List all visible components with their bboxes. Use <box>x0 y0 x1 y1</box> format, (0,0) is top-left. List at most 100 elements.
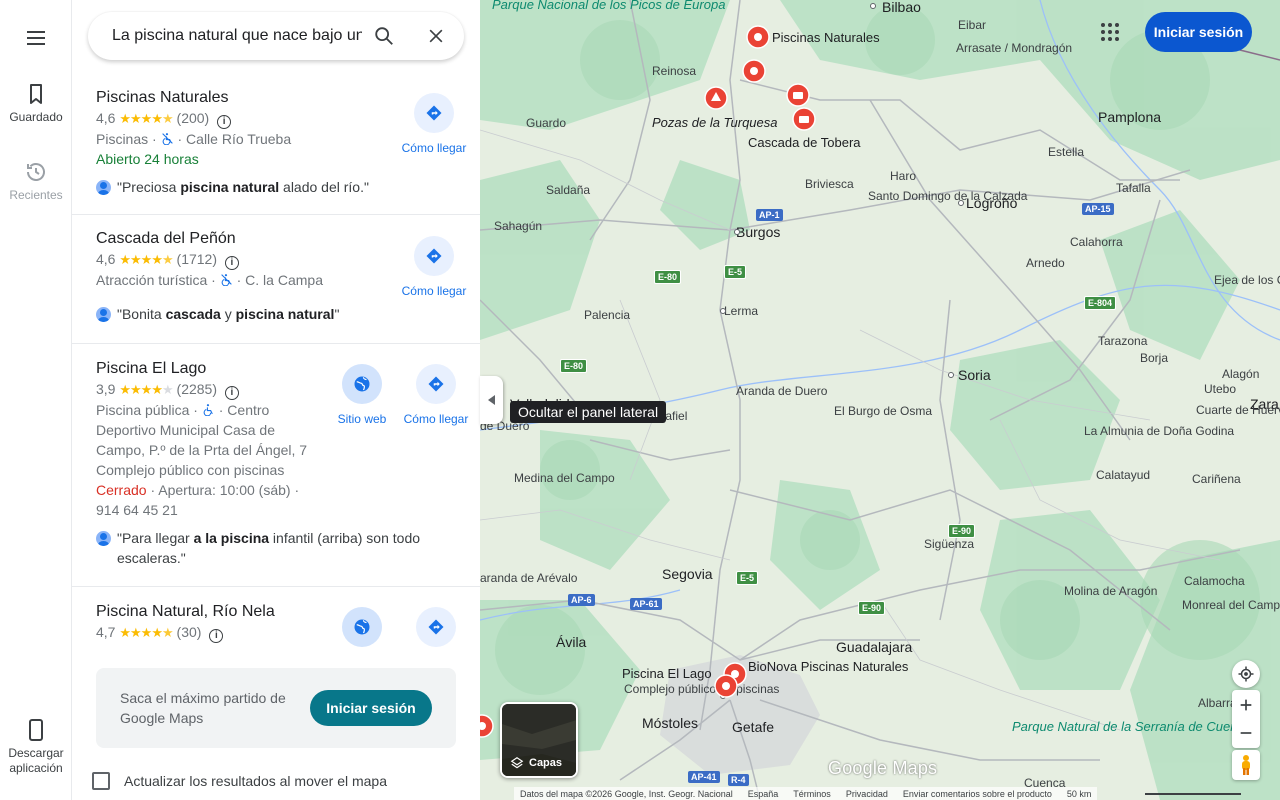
map-label-ejea[interactable]: Ejea de los Caballeros <box>1214 273 1280 287</box>
map-label-lerma[interactable]: Lerma <box>724 304 758 318</box>
map-label-aranda[interactable]: Aranda de Duero <box>736 384 827 398</box>
map-label-avila[interactable]: Ávila <box>556 635 586 649</box>
result-pin[interactable] <box>786 83 810 107</box>
closed-status: Cerrado <box>96 482 147 498</box>
map-label-sahagun[interactable]: Sahagún <box>494 219 542 233</box>
website-button[interactable]: Sitio web <box>324 364 400 426</box>
map-label-getafe[interactable]: Getafe <box>732 720 774 734</box>
map-label-cuarte[interactable]: Cuarte de Huerva <box>1196 403 1280 417</box>
map-label-piscinas-naturales[interactable]: Piscinas Naturales <box>772 31 880 45</box>
map-scale-label[interactable]: 50 km <box>1067 789 1092 799</box>
map-label-guadalajara[interactable]: Guadalajara <box>836 640 912 654</box>
promo-signin-button[interactable]: Iniciar sesión <box>310 690 432 726</box>
result-item[interactable]: Piscina Natural, Río Nela 4,7 ★★★★★ (30)… <box>72 587 480 652</box>
map-label-saldana[interactable]: Saldaña <box>546 183 590 197</box>
map-label-mostoles[interactable]: Móstoles <box>642 716 698 730</box>
map-label-medina[interactable]: Medina del Campo <box>514 471 615 485</box>
map-label-palencia[interactable]: Palencia <box>584 308 630 322</box>
collapse-panel-button[interactable] <box>480 376 503 424</box>
map-label-santo-domingo[interactable]: Santo Domingo de la Calzada <box>868 189 1027 203</box>
footer-feedback[interactable]: Enviar comentarios sobre el producto <box>903 789 1052 799</box>
footer-terms[interactable]: Términos <box>793 789 831 799</box>
map-label-monreal[interactable]: Monreal del Campo <box>1182 598 1280 612</box>
apps-button[interactable] <box>1098 20 1122 44</box>
saved-button[interactable]: Guardado <box>0 82 72 125</box>
map-label-arrasate[interactable]: Arrasate / Mondragón <box>956 41 1072 55</box>
result-pin[interactable] <box>714 674 738 698</box>
map-label-calamocha[interactable]: Calamocha <box>1184 574 1245 588</box>
update-on-move-option[interactable]: Actualizar los resultados al mover el ma… <box>92 772 387 790</box>
map-label-tarazona[interactable]: Tarazona <box>1098 334 1147 348</box>
map-label-burgos[interactable]: Burgos <box>736 225 780 239</box>
result-pin[interactable] <box>742 59 766 83</box>
close-icon <box>429 29 443 43</box>
zoom-out-icon[interactable] <box>1238 725 1254 741</box>
map-label-utebo[interactable]: Utebo <box>1204 382 1236 396</box>
signin-button[interactable]: Iniciar sesión <box>1145 12 1252 52</box>
map-label-arnedo[interactable]: Arnedo <box>1026 256 1065 270</box>
menu-button[interactable] <box>0 26 72 54</box>
map-label-molina[interactable]: Molina de Aragón <box>1064 584 1157 598</box>
map-label-park-picos[interactable]: Parque Nacional de los Picos de Europa <box>492 0 725 12</box>
map-label-segovia[interactable]: Segovia <box>662 567 713 581</box>
map-label-pamplona[interactable]: Pamplona <box>1098 110 1161 124</box>
result-item[interactable]: Cascada del Peñón 4,6 ★★★★★ (1712) i Atr… <box>72 215 480 344</box>
update-checkbox[interactable] <box>92 772 110 790</box>
footer-country[interactable]: España <box>748 789 779 799</box>
my-location-button[interactable] <box>1232 660 1260 688</box>
info-icon[interactable]: i <box>224 256 239 270</box>
rating-stars: ★★★★★ <box>119 625 173 640</box>
map-label-reinosa[interactable]: Reinosa <box>652 64 696 78</box>
map-label-borja[interactable]: Borja <box>1140 351 1168 365</box>
directions-button[interactable]: Cómo llegar <box>396 236 472 298</box>
map-label-eibar[interactable]: Eibar <box>958 18 986 32</box>
map-canvas[interactable]: Parque Nacional de los Picos de Europa B… <box>480 0 1280 800</box>
directions-button[interactable]: Cómo llegar <box>398 364 474 426</box>
map-label-haro[interactable]: Haro <box>890 169 916 183</box>
map-label-burgo-osma[interactable]: El Burgo de Osma <box>834 404 932 418</box>
rating-value: 4,7 <box>96 624 116 640</box>
map-label-tafalla[interactable]: Tafalla <box>1116 181 1151 195</box>
zoom-in-icon[interactable] <box>1238 697 1254 713</box>
map-label-arevalo[interactable]: aranda de Arévalo <box>480 571 577 585</box>
result-item[interactable]: Piscinas Naturales 4,6 ★★★★★ (200) i Pis… <box>72 78 480 215</box>
map-label-siguenza[interactable]: Sigüenza <box>924 537 974 551</box>
map-label-briviesca[interactable]: Briviesca <box>805 177 854 191</box>
map-label-estella[interactable]: Estella <box>1048 145 1084 159</box>
clear-search-button[interactable] <box>424 24 448 48</box>
result-pin[interactable] <box>746 25 770 49</box>
info-icon[interactable]: i <box>224 386 239 400</box>
search-input[interactable]: La piscina natural que nace bajo un <box>112 27 362 45</box>
map-label-complejo[interactable]: Complejo público de piscinas <box>624 682 779 696</box>
result-pin[interactable] <box>704 86 728 110</box>
directions-button[interactable] <box>398 607 474 652</box>
map-label-bilbao[interactable]: Bilbao <box>882 0 921 14</box>
map-label-pozas[interactable]: Pozas de la Turquesa <box>652 116 778 130</box>
directions-button[interactable]: Cómo llegar <box>396 93 472 155</box>
map-label-cascada[interactable]: Cascada de Tobera <box>748 136 861 150</box>
street-view-pegman[interactable] <box>1232 750 1260 780</box>
map-label-serrania[interactable]: Parque Natural de la Serranía de Cuenca <box>1012 720 1251 734</box>
website-button[interactable] <box>324 607 400 652</box>
map-label-bionova[interactable]: BioNova Piscinas Naturales <box>748 660 908 674</box>
recent-button[interactable]: Recientes <box>0 160 72 203</box>
result-pin[interactable] <box>480 714 494 738</box>
map-label-guardo[interactable]: Guardo <box>526 116 566 130</box>
result-item[interactable]: Piscina El Lago 3,9 ★★★★★ (2285) i Pisci… <box>72 344 480 587</box>
map-label-alagon[interactable]: Alagón <box>1222 367 1259 381</box>
map-label-almunia[interactable]: La Almunia de Doña Godina <box>1084 424 1234 438</box>
map-label-soria[interactable]: Soria <box>958 368 991 382</box>
map-label-carinena[interactable]: Cariñena <box>1192 472 1241 486</box>
map-label-calahorra[interactable]: Calahorra <box>1070 235 1123 249</box>
search-button[interactable] <box>372 24 396 48</box>
result-pin[interactable] <box>792 107 816 131</box>
info-icon[interactable]: i <box>209 629 224 643</box>
collapse-tooltip: Ocultar el panel lateral <box>510 401 667 423</box>
map-label-calatayud[interactable]: Calatayud <box>1096 468 1150 482</box>
info-icon[interactable]: i <box>217 115 232 129</box>
download-app-button[interactable]: Descargar aplicación <box>0 718 72 776</box>
layers-button[interactable]: Capas <box>500 702 578 778</box>
map-label-logrono[interactable]: Logroño <box>966 196 1017 210</box>
map-label-piscina-lago[interactable]: Piscina El Lago <box>622 667 712 681</box>
footer-privacy[interactable]: Privacidad <box>846 789 888 799</box>
